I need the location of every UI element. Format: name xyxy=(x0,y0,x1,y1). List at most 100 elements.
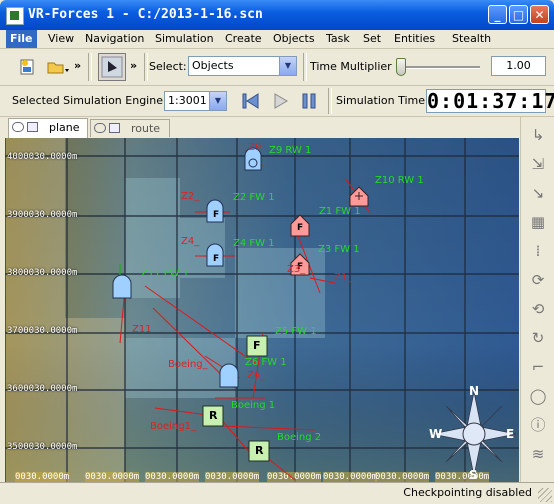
route-label: Z2_ xyxy=(181,191,200,202)
map-view[interactable]: 4000030.0000m 3900030.0000m 3800030.0000m 3… xyxy=(5,138,519,482)
select-label: Select: xyxy=(149,60,187,73)
line-icon[interactable]: ↘ xyxy=(527,183,549,203)
unit-label-z5: Z5 FW 1 xyxy=(275,326,317,337)
new-scenario-button[interactable] xyxy=(16,56,38,78)
rewind-button[interactable] xyxy=(238,89,262,113)
menu-simulation[interactable]: Simulation xyxy=(155,32,214,45)
tab-route[interactable]: route xyxy=(90,119,170,137)
app-icon xyxy=(6,7,24,25)
unit-z11-fw[interactable] xyxy=(112,274,132,299)
orbit-icon[interactable]: ⟳ xyxy=(527,270,549,290)
route-label: Z11 xyxy=(132,324,152,335)
unit-label-z9: Z9 RW 1 xyxy=(269,145,312,156)
open-scenario-button[interactable] xyxy=(44,56,70,78)
simulation-time-display: 0:01:37:17 xyxy=(426,89,554,113)
info-icon[interactable]: ⓘ xyxy=(527,415,549,435)
menu-task[interactable]: Task xyxy=(326,32,350,45)
tab-plane[interactable]: plane xyxy=(8,118,88,138)
tool-sidebar: ↳ ⇲ ↘ ▦ ⁞ ⟳ ⟲ ↻ ⌐ ◯ ⓘ ≋ xyxy=(520,117,554,482)
step-icon[interactable]: ⌐ xyxy=(527,357,549,377)
compass-north: N xyxy=(469,384,480,398)
time-multiplier-input[interactable]: 1.00 xyxy=(491,56,546,76)
compass-east: E xyxy=(506,427,515,441)
menu-file[interactable]: File xyxy=(6,30,37,48)
cursor-icon xyxy=(101,56,123,78)
unit-symbol: F xyxy=(297,223,304,233)
status-text: Checkpointing disabled xyxy=(403,486,532,499)
pause-button[interactable] xyxy=(297,89,321,113)
unit-label-z6: Z6 FW 1 xyxy=(245,357,287,368)
orbit-icon[interactable]: ⟲ xyxy=(527,299,549,319)
toolbar-separator xyxy=(303,53,307,81)
view-tabs: plane route xyxy=(0,117,520,138)
menu-view[interactable]: View xyxy=(48,32,74,45)
close-button[interactable]: ✕ xyxy=(530,5,549,24)
menu-bar: File View Navigation Simulation Create O… xyxy=(0,30,554,49)
compass-south: S xyxy=(469,468,478,482)
select-value: Objects xyxy=(192,59,234,72)
route-label: Z6_ xyxy=(247,370,266,381)
chevron-down-icon: ▼ xyxy=(209,92,226,110)
area-icon[interactable]: ▦ xyxy=(527,212,549,232)
route-icon[interactable]: ↳ xyxy=(527,125,549,145)
menu-create[interactable]: Create xyxy=(225,32,262,45)
engine-dropdown[interactable]: 1:3001 ▼ xyxy=(164,91,227,111)
toolbar-separator xyxy=(328,88,332,114)
unit-symbol: F xyxy=(253,339,261,352)
select-mode-button[interactable] xyxy=(98,53,126,81)
engine-value: 1:3001 xyxy=(168,94,207,107)
menu-set[interactable]: Set xyxy=(363,32,381,45)
unit-z6-fw[interactable] xyxy=(219,363,239,388)
maximize-button[interactable]: □ xyxy=(509,5,528,24)
unit-symbol: F xyxy=(213,254,220,264)
resize-grip[interactable] xyxy=(538,488,552,502)
main-toolbar: » » Select: Objects ▼ Time Multiplier 1.… xyxy=(0,49,554,86)
time-multiplier-label: Time Multiplier xyxy=(310,60,392,73)
time-multiplier-slider[interactable] xyxy=(396,58,406,76)
title-bar: VR-Forces 1 - C:/2013-1-16.scn _ □ ✕ xyxy=(0,0,554,30)
time-multiplier-track xyxy=(398,66,480,69)
menu-stealth[interactable]: Stealth xyxy=(452,32,491,45)
route-label: Z9 xyxy=(248,142,262,153)
unit-symbol: R xyxy=(255,444,264,457)
rotate-icon[interactable]: ↻ xyxy=(527,328,549,348)
eye-icon xyxy=(94,123,106,133)
map-icon xyxy=(27,122,38,132)
play-icon xyxy=(274,93,288,109)
toolbar-separator xyxy=(144,53,148,81)
unit-label-boeing-1: Boeing 1 xyxy=(231,400,276,411)
phase-line-icon[interactable]: ⁞ xyxy=(527,241,549,261)
folder-icon xyxy=(47,62,69,74)
toolbar-overflow[interactable]: » xyxy=(130,59,137,72)
toolbar-overflow[interactable]: » xyxy=(74,59,81,72)
status-bar: Checkpointing disabled xyxy=(0,482,554,504)
window-title: VR-Forces 1 - C:/2013-1-16.scn xyxy=(28,7,263,22)
map-icon xyxy=(109,123,120,133)
minimize-button[interactable]: _ xyxy=(488,5,507,24)
waypoint-icon[interactable]: ⇲ xyxy=(527,154,549,174)
new-file-icon xyxy=(20,59,34,75)
unit-label-z10: Z10 RW 1 xyxy=(375,175,424,186)
route-label: Boeing1_ xyxy=(150,421,196,432)
engine-label: Selected Simulation Engine: xyxy=(12,94,167,107)
unit-symbol: F xyxy=(213,210,220,220)
pause-icon xyxy=(302,93,316,109)
menu-objects[interactable]: Objects xyxy=(273,32,315,45)
route-label: Z4_ xyxy=(181,236,200,247)
unit-label-z3: Z3 FW 1 xyxy=(318,244,360,255)
menu-navigation[interactable]: Navigation xyxy=(85,32,144,45)
unit-label-z4: Z4 FW 1 xyxy=(233,238,275,249)
unit-label-z11: Z11 FW 1 xyxy=(141,268,189,279)
circle-icon[interactable]: ◯ xyxy=(527,386,549,406)
play-button[interactable] xyxy=(268,89,292,113)
route-label: Z3_ xyxy=(287,264,306,275)
select-dropdown[interactable]: Objects ▼ xyxy=(188,56,297,76)
toolbar-separator xyxy=(88,53,92,81)
unit-z10-rw[interactable] xyxy=(349,186,369,207)
unit-label-z1: Z1 FW 1 xyxy=(319,206,361,217)
menu-entities[interactable]: Entities xyxy=(394,32,435,45)
simulation-time-label: Simulation Time xyxy=(336,94,426,107)
wave-icon[interactable]: ≋ xyxy=(527,444,549,464)
rewind-icon xyxy=(242,93,259,109)
route-label: Boeing_ xyxy=(168,359,208,370)
